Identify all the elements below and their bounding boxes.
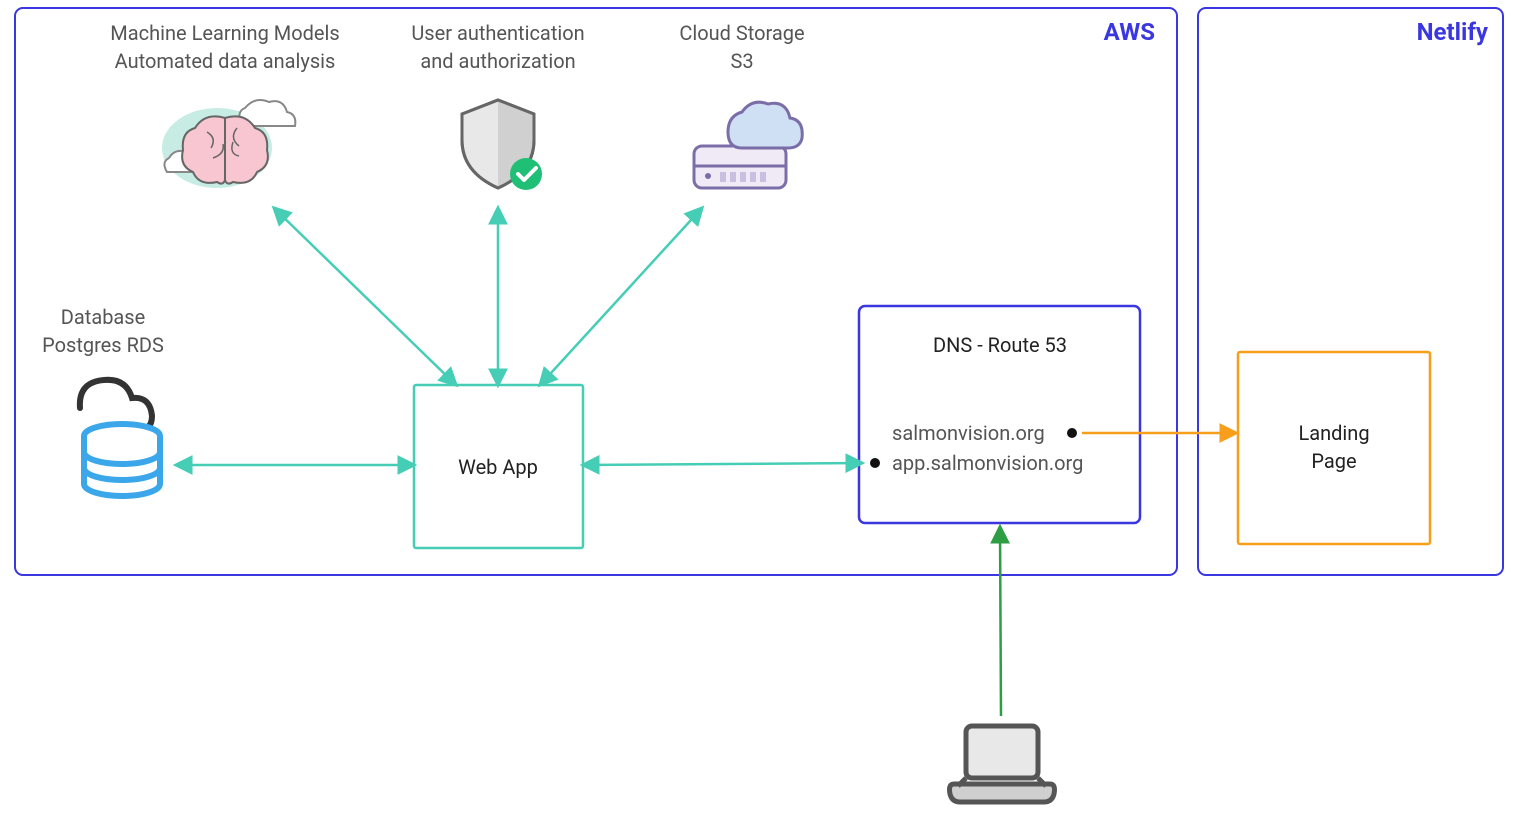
db-label-line1: Database [61, 305, 145, 329]
cloud-drive-icon [694, 102, 802, 188]
db-node: Database Postgres RDS [42, 305, 164, 496]
aws-container [15, 8, 1177, 575]
dns-entry-2: app.salmonvision.org [892, 451, 1083, 475]
cloud-db-icon [80, 380, 160, 496]
storage-label-line2: S3 [730, 49, 753, 73]
dns-title: DNS - Route 53 [933, 333, 1067, 357]
auth-node: User authentication and authorization [411, 21, 584, 190]
ml-label-line2: Automated data analysis [115, 49, 336, 73]
storage-label-line1: Cloud Storage [679, 21, 804, 45]
dns-entry-1: salmonvision.org [892, 421, 1045, 445]
edge-webapp-ml [274, 208, 456, 385]
auth-label-line2: and authorization [420, 49, 575, 73]
auth-label-line1: User authentication [411, 21, 584, 45]
landing-line2: Page [1311, 449, 1356, 473]
edge-webapp-dns [583, 463, 862, 465]
storage-node: Cloud Storage S3 [679, 21, 804, 188]
shield-icon [462, 100, 542, 190]
landing-line1: Landing [1298, 421, 1369, 445]
aws-container-label: AWS [1104, 18, 1155, 46]
ml-node: Machine Learning Models Automated data a… [110, 21, 339, 188]
dns-entry-2-dot [870, 458, 880, 468]
netlify-container [1198, 8, 1503, 575]
brain-icon [162, 100, 295, 188]
db-label-line2: Postgres RDS [42, 333, 164, 357]
laptop-icon [950, 726, 1055, 802]
landing-box [1238, 352, 1430, 544]
dns-entry-1-dot [1067, 428, 1077, 438]
ml-label-line1: Machine Learning Models [110, 21, 339, 45]
edge-webapp-storage [540, 208, 702, 385]
webapp-label: Web App [458, 455, 538, 479]
edge-laptop-dns [1000, 527, 1001, 716]
netlify-container-label: Netlify [1417, 18, 1489, 46]
